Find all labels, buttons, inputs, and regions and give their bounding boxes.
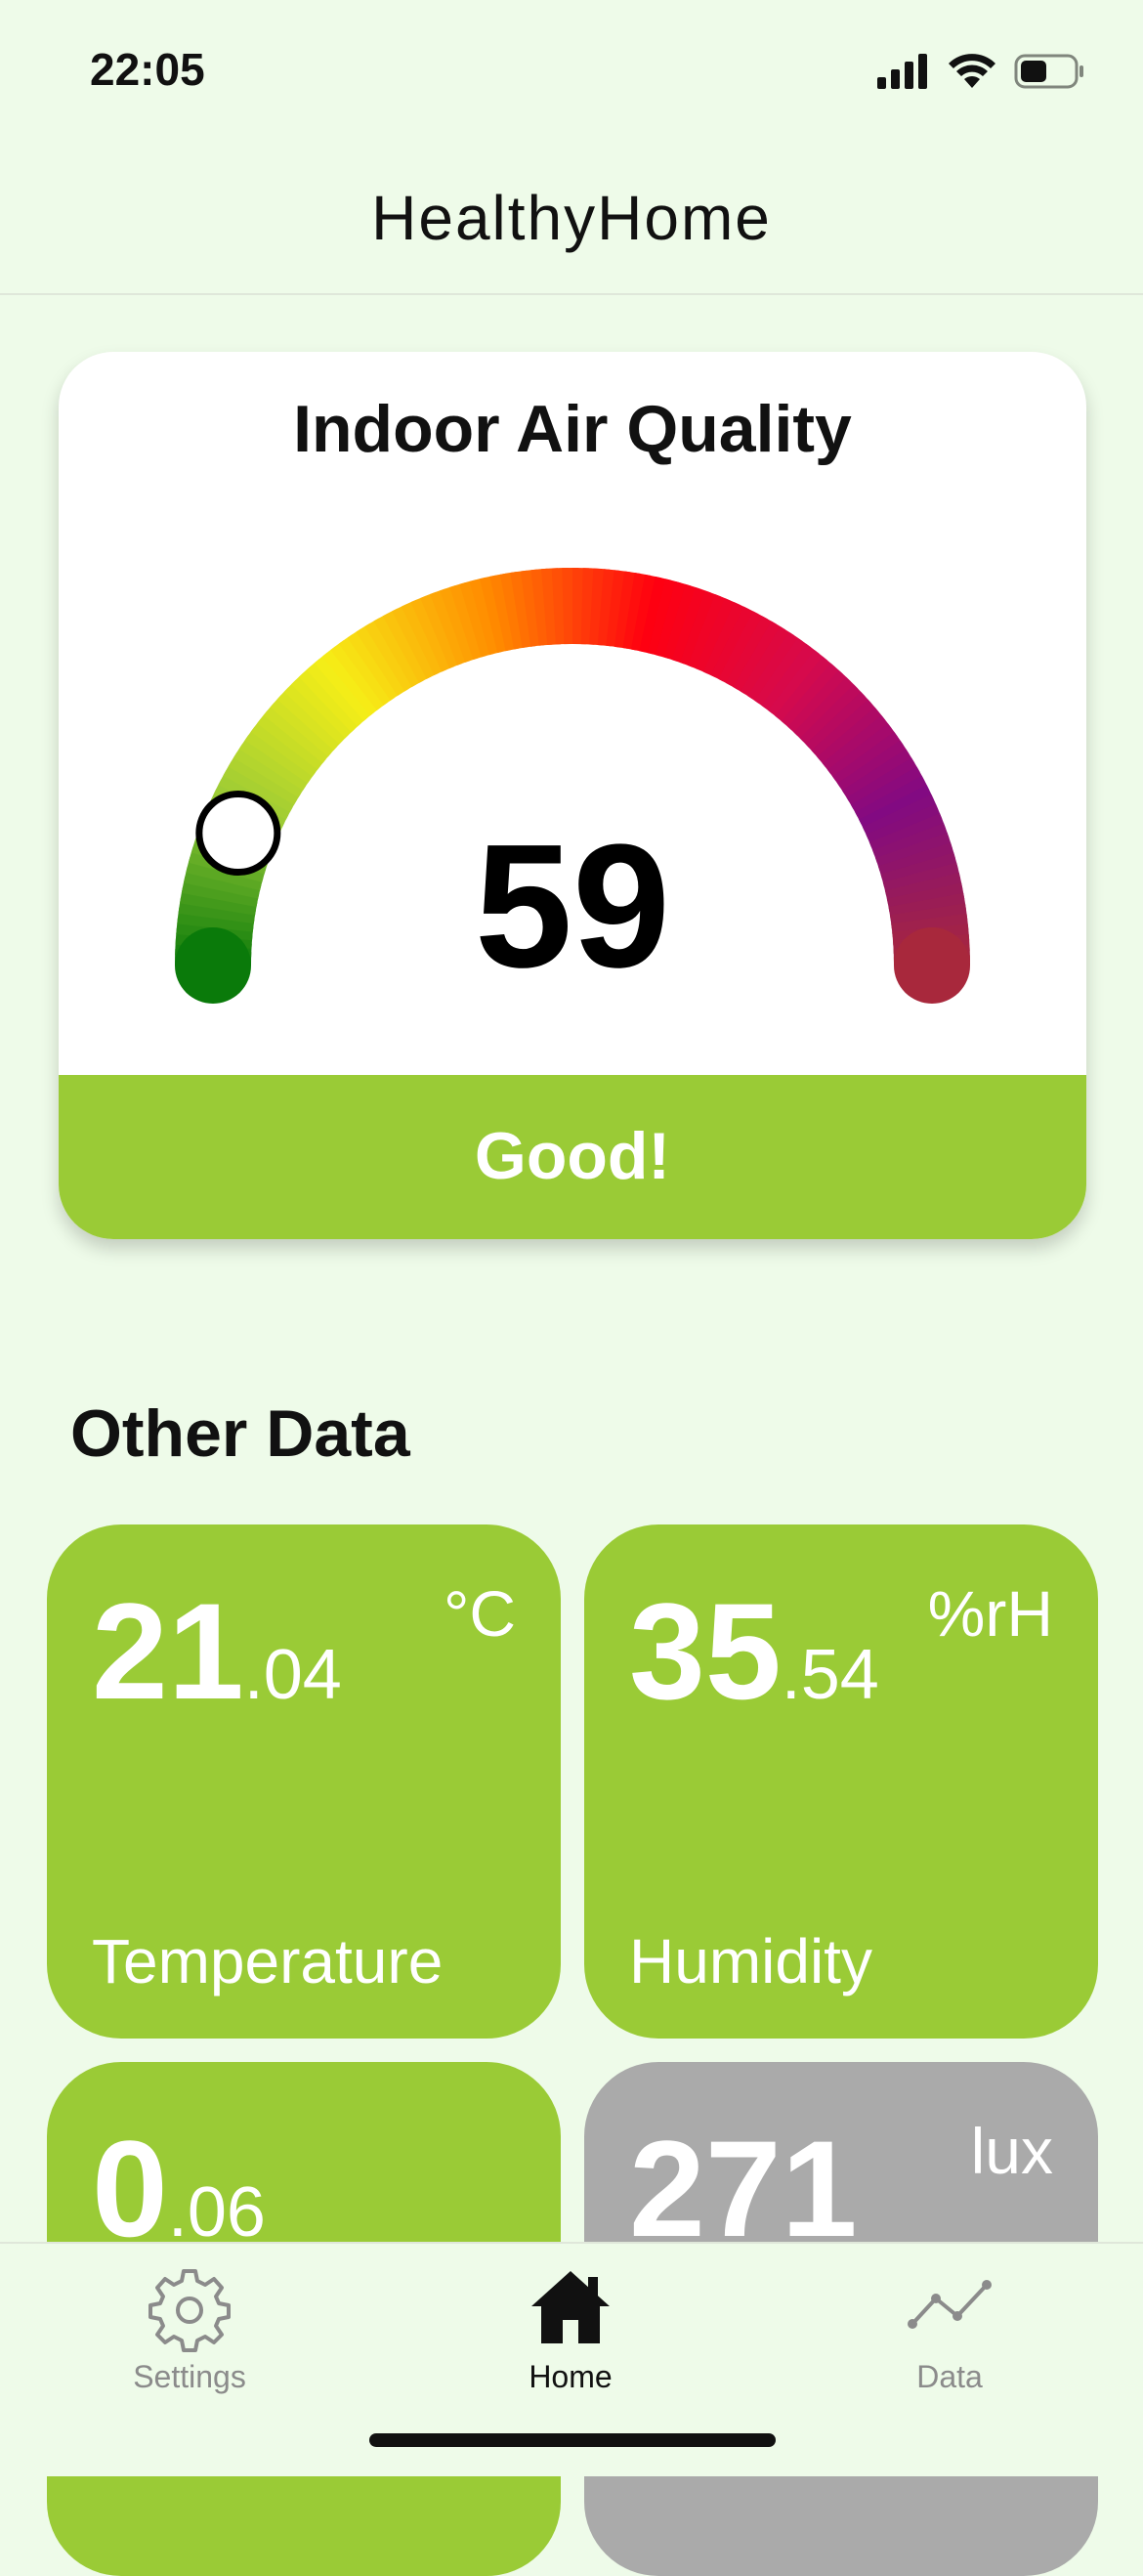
home-indicator	[369, 2433, 776, 2447]
tab-home[interactable]: Home	[453, 2257, 688, 2404]
humidity-tile[interactable]: 35.54 %rH Humidity	[584, 1524, 1098, 2039]
temperature-integer: 21	[92, 1574, 244, 1728]
gear-icon	[141, 2257, 238, 2355]
temperature-tile[interactable]: 21.04 °C Temperature	[47, 1524, 561, 2039]
battery-icon	[1014, 53, 1086, 90]
tab-settings-label: Settings	[72, 2359, 307, 2395]
tab-data-label: Data	[832, 2359, 1067, 2395]
third-data-decimal: .06	[168, 2173, 266, 2252]
status-icons	[877, 47, 1086, 96]
cellular-signal-icon	[877, 54, 930, 89]
status-time: 22:05	[90, 43, 205, 96]
air-quality-status-label: Good!	[59, 1118, 1086, 1194]
light-value: 271	[629, 2121, 858, 2257]
temperature-label: Temperature	[92, 1925, 443, 1997]
third-data-value: 0.06	[92, 2121, 266, 2257]
tab-data[interactable]: Data	[832, 2257, 1067, 2404]
home-icon	[522, 2257, 619, 2355]
tab-home-label: Home	[453, 2359, 688, 2395]
app-title: HealthyHome	[0, 182, 1143, 254]
humidity-integer: 35	[629, 1574, 782, 1728]
humidity-label: Humidity	[629, 1925, 872, 1997]
wifi-icon	[948, 53, 996, 90]
temperature-unit: °C	[444, 1581, 516, 1646]
light-unit: lux	[971, 2119, 1053, 2183]
temperature-value: 21.04	[92, 1583, 342, 1720]
tab-settings[interactable]: Settings	[72, 2257, 307, 2404]
nav-header: HealthyHome	[0, 147, 1143, 295]
humidity-value: 35.54	[629, 1583, 879, 1720]
air-quality-status-bar: Good!	[59, 1075, 1086, 1239]
air-quality-value: 59	[59, 819, 1086, 995]
line-chart-icon	[901, 2257, 998, 2355]
humidity-decimal: .54	[782, 1636, 879, 1714]
humidity-unit: %rH	[928, 1581, 1053, 1646]
other-data-title: Other Data	[70, 1395, 410, 1472]
air-quality-card[interactable]: Indoor Air Quality 59 Good!	[59, 352, 1086, 1239]
temperature-decimal: .04	[244, 1636, 342, 1714]
status-bar: 22:05	[0, 0, 1143, 147]
